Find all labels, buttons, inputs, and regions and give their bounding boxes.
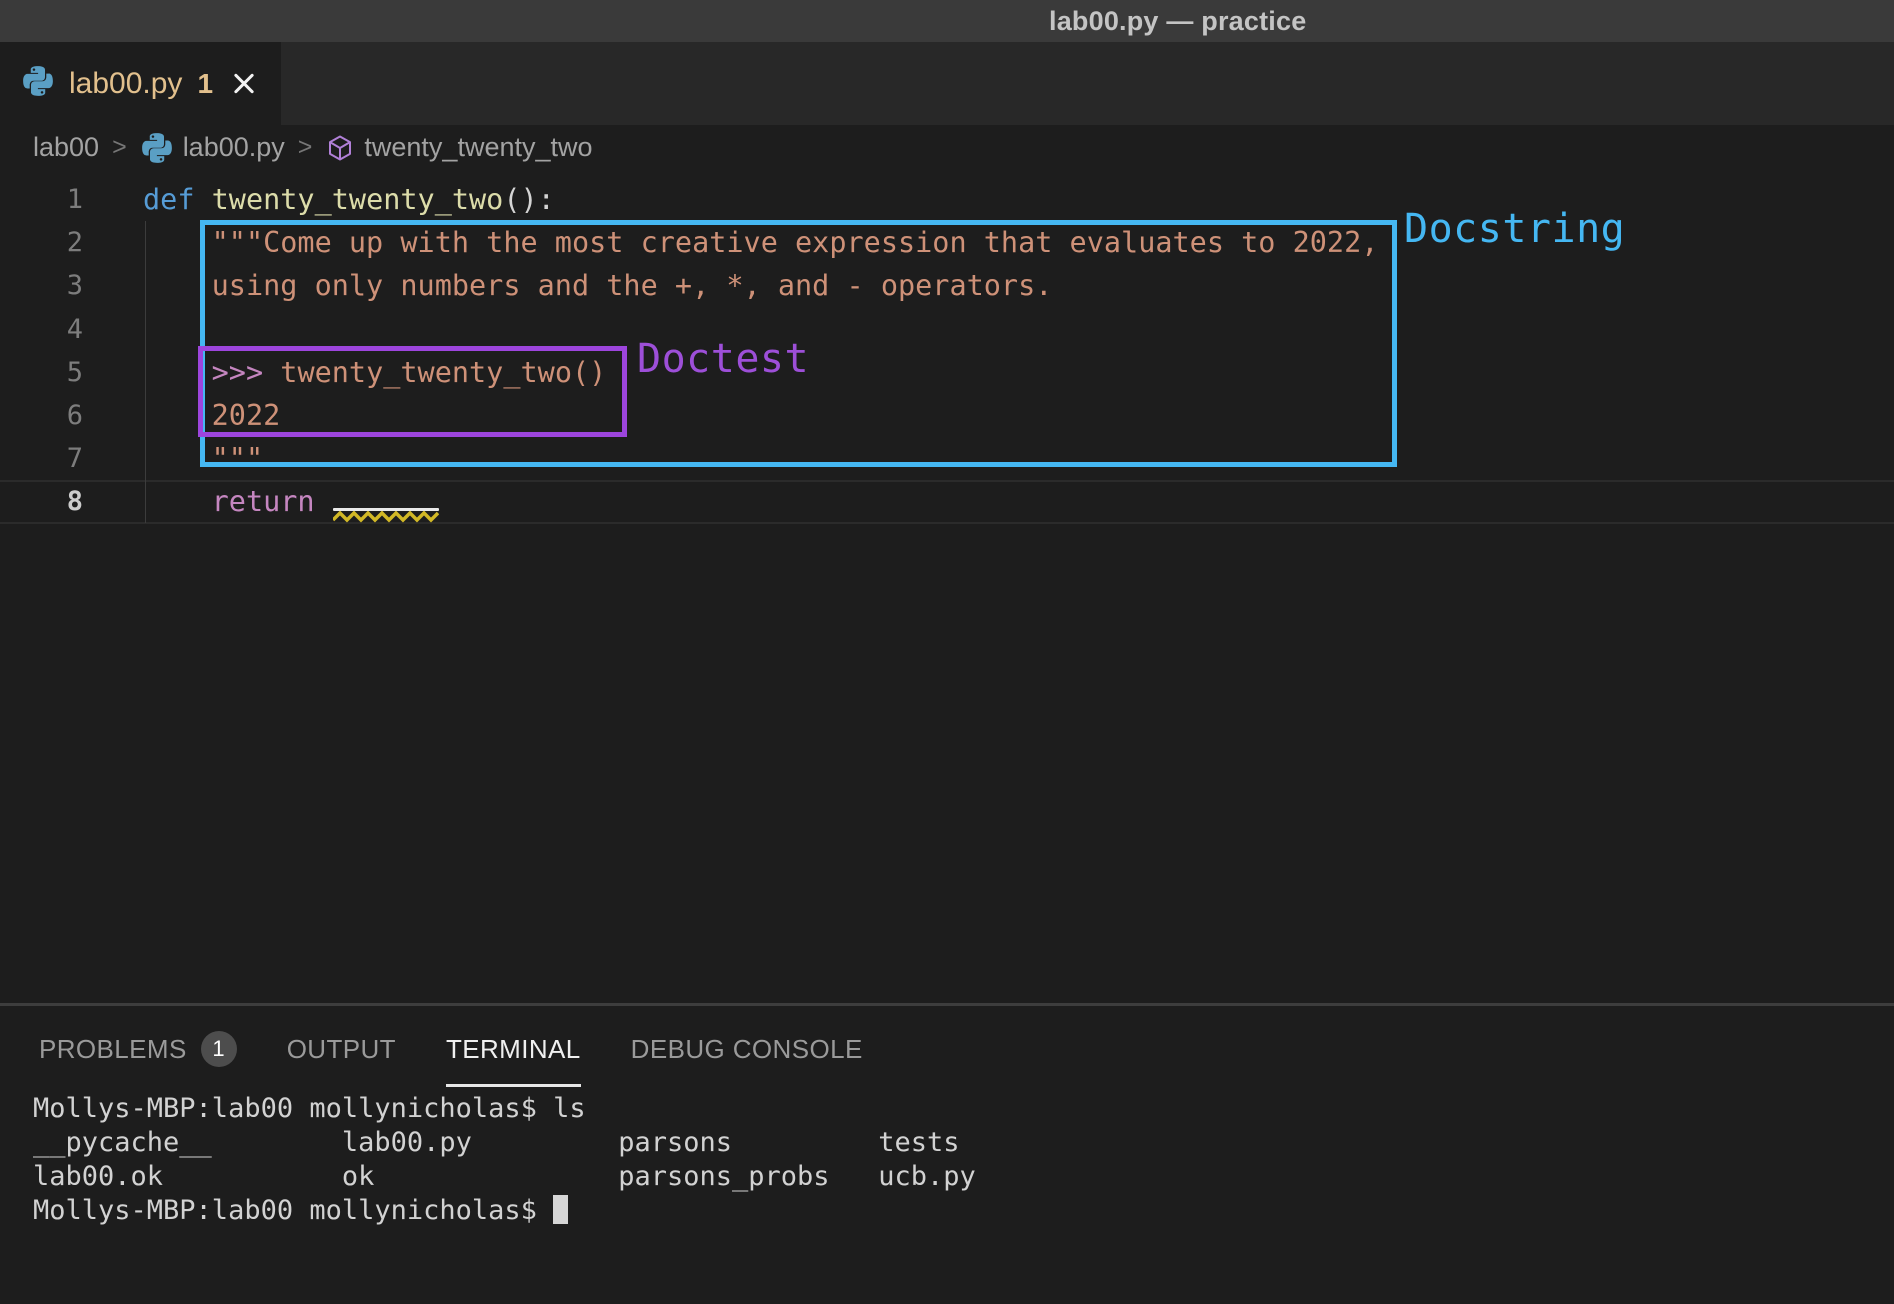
tab-dirty-count: 1 xyxy=(197,68,213,100)
code-line-4[interactable]: 4 xyxy=(0,308,1894,351)
breadcrumb-item-lab00[interactable]: lab00 xyxy=(33,132,99,163)
breadcrumb-separator: > xyxy=(112,133,127,162)
code-text: using only numbers and the +, *, and - o… xyxy=(83,269,1052,302)
terminal-line: Mollys-MBP:lab00 mollynicholas$ ls xyxy=(33,1092,976,1126)
panel-tab-label: OUTPUT xyxy=(287,1034,396,1065)
code-line-5[interactable]: 5 >>> twenty_twenty_two() xyxy=(0,351,1894,394)
code-text: """ xyxy=(83,442,263,475)
panel-tab-output[interactable]: OUTPUT xyxy=(287,1034,396,1071)
panel-tab-debug-console[interactable]: DEBUG CONSOLE xyxy=(631,1034,863,1071)
close-icon[interactable] xyxy=(229,69,259,99)
code-text: 2022 xyxy=(83,399,280,432)
line-number: 8 xyxy=(0,486,83,517)
terminal-cursor xyxy=(553,1195,568,1224)
code-text: """Come up with the most creative expres… xyxy=(83,226,1378,259)
error-squiggle xyxy=(333,508,439,523)
code-editor[interactable]: 1def twenty_twenty_two():2 """Come up wi… xyxy=(0,170,1894,1003)
doctest-annotation-label: Doctest xyxy=(637,336,809,382)
breadcrumb-item-lab00.py[interactable]: lab00.py xyxy=(140,131,285,165)
line-number: 2 xyxy=(0,227,83,258)
terminal-line: lab00.ok ok parsons_probs ucb.py xyxy=(33,1160,976,1194)
panel-tab-bar: PROBLEMS 1 OUTPUT TERMINAL DEBUG CONSOLE xyxy=(0,1006,1894,1078)
line-number: 5 xyxy=(0,357,83,388)
panel-tab-label: TERMINAL xyxy=(446,1034,581,1065)
line-number: 7 xyxy=(0,443,83,474)
breadcrumb-separator: > xyxy=(298,133,313,162)
breadcrumb: lab00 > lab00.py > twenty_twenty_two xyxy=(0,125,1894,170)
panel-tab-label: DEBUG CONSOLE xyxy=(631,1034,863,1065)
title-bar: lab00.py — practice xyxy=(0,0,1894,42)
breadcrumb-label: lab00.py xyxy=(183,132,285,163)
panel-tab-label: PROBLEMS xyxy=(39,1034,187,1065)
code-text: def twenty_twenty_two(): xyxy=(83,183,555,216)
tab-lab00py[interactable]: lab00.py 1 xyxy=(0,42,281,125)
window-title: lab00.py — practice xyxy=(1049,6,1306,37)
terminal-line: Mollys-MBP:lab00 mollynicholas$ xyxy=(33,1194,976,1228)
terminal-line: __pycache__ lab00.py parsons tests xyxy=(33,1126,976,1160)
tab-filename: lab00.py xyxy=(69,67,182,101)
breadcrumb-item-twenty_twenty_two[interactable]: twenty_twenty_two xyxy=(325,132,592,163)
indent-guide xyxy=(145,221,146,523)
line-number: 3 xyxy=(0,270,83,301)
python-icon xyxy=(21,64,55,103)
line-number: 1 xyxy=(0,184,83,215)
problems-count-badge: 1 xyxy=(201,1031,237,1067)
breadcrumb-label: twenty_twenty_two xyxy=(364,132,592,163)
code-line-7[interactable]: 7 """ xyxy=(0,437,1894,480)
panel-tab-problems[interactable]: PROBLEMS 1 xyxy=(39,1031,237,1073)
code-text: return xyxy=(83,485,332,518)
vscode-window: lab00.py — practice lab00.py 1 lab00>lab… xyxy=(0,0,1894,1304)
python-icon xyxy=(140,131,174,165)
bottom-panel: PROBLEMS 1 OUTPUT TERMINAL DEBUG CONSOLE Mol… xyxy=(0,1003,1894,1304)
panel-tab-terminal[interactable]: TERMINAL xyxy=(446,1034,581,1071)
code-line-3[interactable]: 3 using only numbers and the +, *, and -… xyxy=(0,264,1894,307)
cube-icon xyxy=(325,133,355,163)
line-number: 6 xyxy=(0,400,83,431)
code-line-6[interactable]: 6 2022 xyxy=(0,394,1894,437)
docstring-annotation-label: Docstring xyxy=(1404,206,1625,252)
breadcrumb-label: lab00 xyxy=(33,132,99,163)
editor-tab-bar: lab00.py 1 xyxy=(0,42,1894,125)
line-number: 4 xyxy=(0,314,83,345)
code-line-8[interactable]: 8 return xyxy=(0,480,1894,523)
code-text: >>> twenty_twenty_two() xyxy=(83,356,606,389)
terminal[interactable]: Mollys-MBP:lab00 mollynicholas$ ls__pyca… xyxy=(33,1092,976,1228)
